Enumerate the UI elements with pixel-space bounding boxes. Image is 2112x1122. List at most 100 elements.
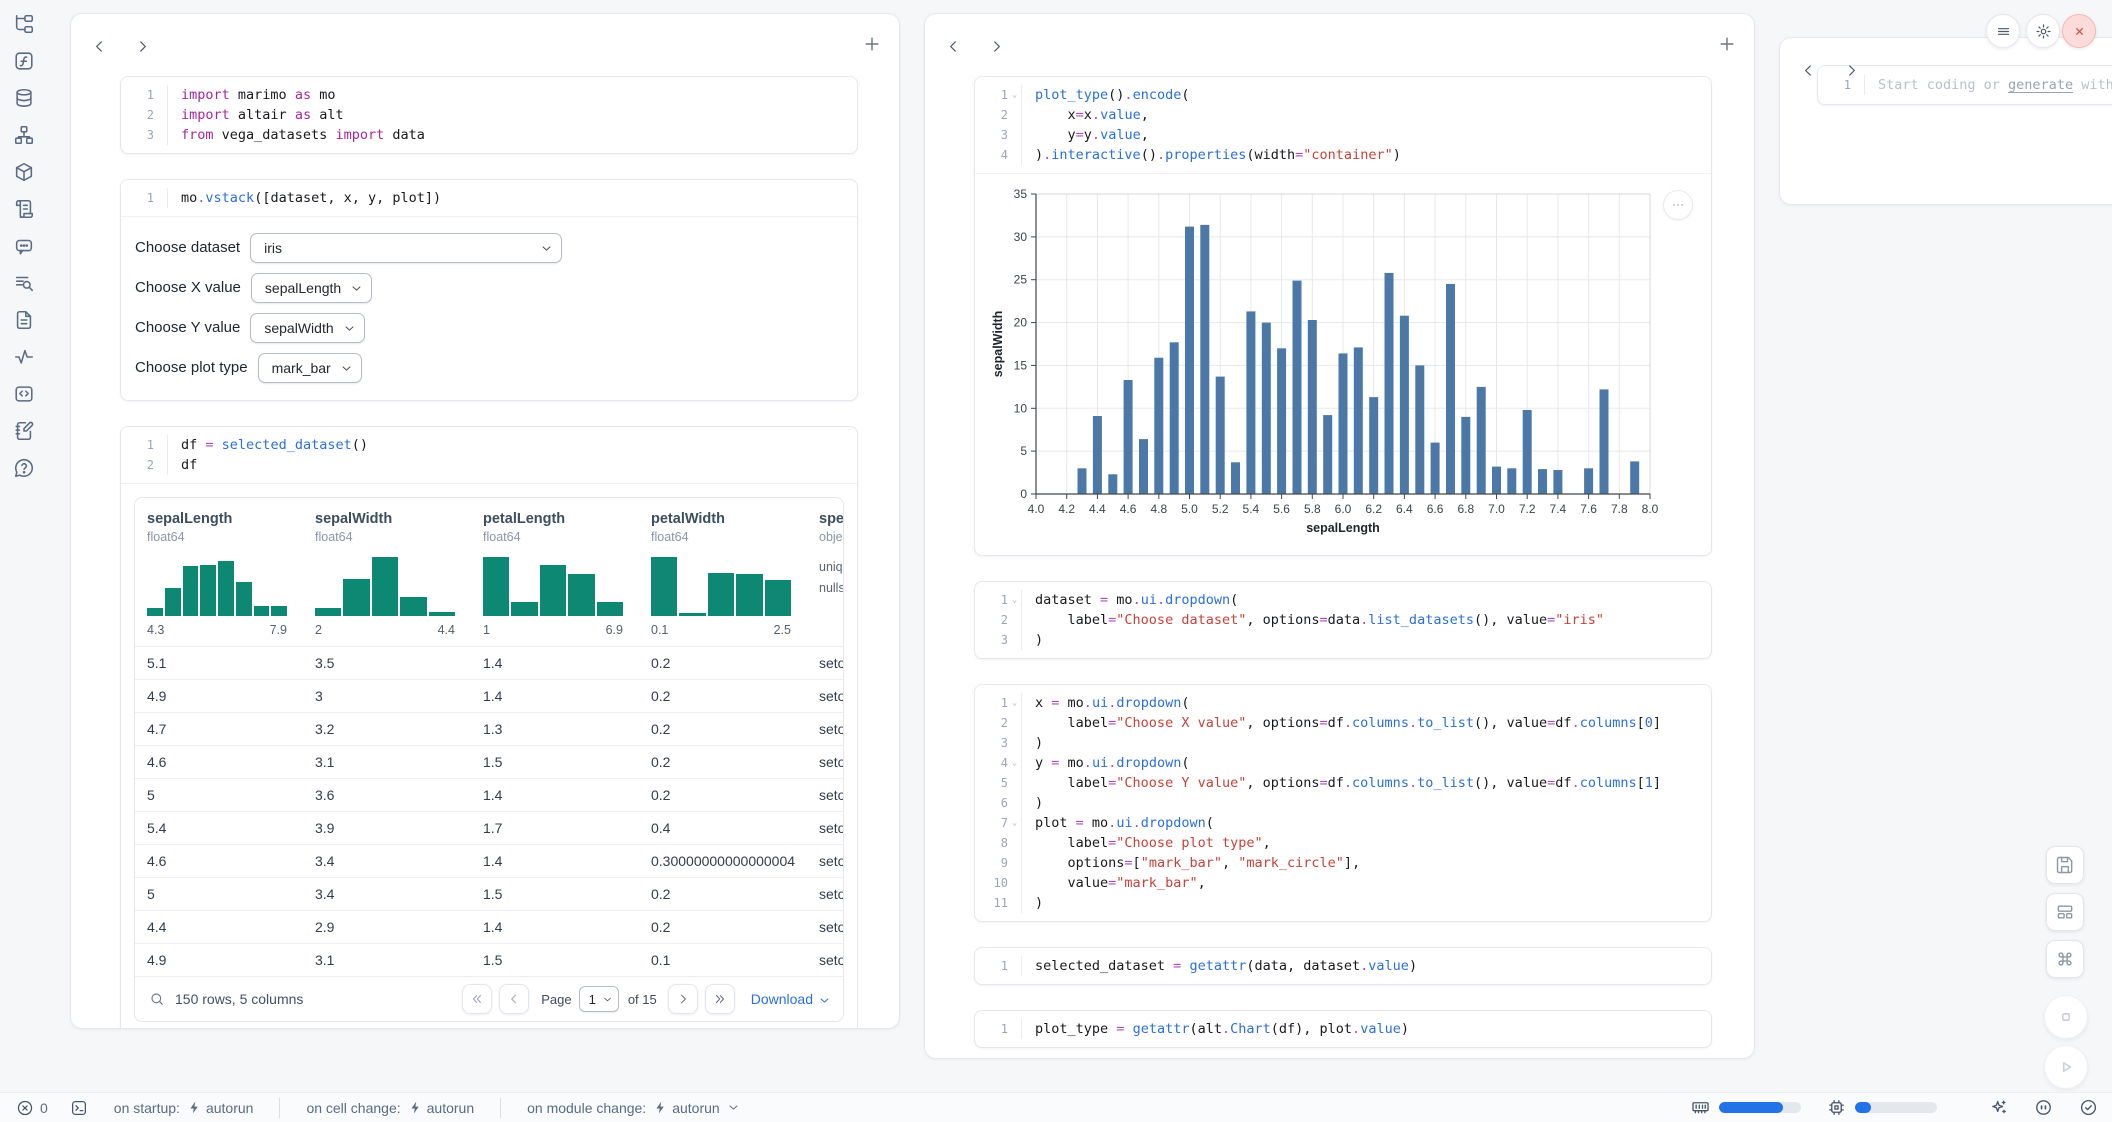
code-placeholder[interactable]: Start coding or generate with AI bbox=[1864, 75, 2112, 95]
code-line[interactable]: 2 x=x.value, bbox=[975, 105, 1711, 125]
code-line[interactable]: 2import altair as alt bbox=[121, 105, 857, 125]
code-line[interactable]: 1plot_type = getattr(alt.Chart(df), plot… bbox=[975, 1019, 1711, 1039]
y-value-select[interactable]: sepalWidth bbox=[250, 313, 364, 343]
code-line[interactable]: 2 label="Choose X value", options=df.col… bbox=[975, 713, 1711, 733]
bar-chart[interactable]: 4.04.24.44.64.85.05.25.45.65.86.06.26.46… bbox=[989, 186, 1697, 545]
sidebar-function-square-button[interactable] bbox=[12, 50, 36, 74]
table-row[interactable]: 4.93.11.50.1setosa bbox=[135, 943, 843, 976]
code-editor[interactable]: 1mo.vstack([dataset, x, y, plot]) bbox=[121, 180, 857, 216]
x-value-select[interactable]: sepalLength bbox=[251, 273, 372, 303]
add-cell-button[interactable] bbox=[1716, 34, 1738, 56]
page-select[interactable]: 1 bbox=[579, 986, 619, 1012]
code-line[interactable]: 4).interactive().properties(width="conta… bbox=[975, 145, 1711, 165]
panel-prev-button[interactable] bbox=[91, 38, 108, 55]
generate-with-ai-link[interactable]: generate bbox=[2008, 77, 2073, 93]
code-line[interactable]: 9 options=["mark_bar", "mark_circle"], bbox=[975, 853, 1711, 873]
code-editor[interactable]: 1import marimo as mo2import altair as al… bbox=[121, 77, 857, 153]
dataset-select[interactable]: iris bbox=[250, 233, 562, 263]
table-row[interactable]: 4.931.40.2setosa bbox=[135, 679, 843, 712]
code-line[interactable]: 1⌄dataset = mo.ui.dropdown( bbox=[975, 590, 1711, 610]
copilot-icon[interactable] bbox=[2034, 1098, 2053, 1117]
fold-chevron-icon[interactable]: ⌄ bbox=[1008, 753, 1021, 773]
code-editor[interactable]: 1df = selected_dataset()2df bbox=[121, 427, 857, 483]
code-line[interactable]: 1df = selected_dataset() bbox=[121, 435, 857, 455]
run-button[interactable] bbox=[2044, 1045, 2088, 1089]
fold-chevron-icon[interactable]: ⌄ bbox=[1008, 813, 1021, 833]
sidebar-scratchpad-button[interactable] bbox=[12, 420, 36, 444]
sidebar-help-button[interactable] bbox=[12, 457, 36, 481]
layout-button[interactable] bbox=[2046, 893, 2084, 931]
code-line[interactable]: 11) bbox=[975, 893, 1711, 913]
add-cell-button[interactable] bbox=[861, 34, 883, 56]
close-panel-button[interactable] bbox=[2062, 14, 2096, 48]
run-config-item[interactable]: on startup:autorun bbox=[114, 1100, 254, 1116]
code-line[interactable]: 4⌄y = mo.ui.dropdown( bbox=[975, 753, 1711, 773]
code-editor[interactable]: 1⌄plot_type().encode(2 x=x.value,3 y=y.v… bbox=[975, 77, 1711, 173]
column-header-sepalWidth[interactable]: sepalWidthfloat6424.4 bbox=[303, 511, 471, 637]
column-header-petalWidth[interactable]: petalWidthfloat640.12.5 bbox=[639, 511, 807, 637]
sidebar-package-button[interactable] bbox=[12, 161, 36, 185]
code-line[interactable]: 3from vega_datasets import data bbox=[121, 125, 857, 145]
fold-chevron-icon[interactable]: ⌄ bbox=[1008, 590, 1021, 610]
prev-page-button[interactable] bbox=[499, 984, 529, 1014]
run-config-item[interactable]: on module change:autorun bbox=[527, 1100, 740, 1116]
table-row[interactable]: 53.61.40.2setosa bbox=[135, 778, 843, 811]
code-line[interactable]: 10 value="mark_bar", bbox=[975, 873, 1711, 893]
code-line[interactable]: 8 label="Choose plot type", bbox=[975, 833, 1711, 853]
code-line[interactable]: 5 label="Choose Y value", options=df.col… bbox=[975, 773, 1711, 793]
vstack-cell[interactable]: 1mo.vstack([dataset, x, y, plot]) Choose… bbox=[120, 179, 858, 401]
code-line[interactable]: 7⌄plot = mo.ui.dropdown( bbox=[975, 813, 1711, 833]
code-line[interactable]: 1import marimo as mo bbox=[121, 85, 857, 105]
terminal-icon[interactable] bbox=[70, 1099, 88, 1117]
ai-sparkles-icon[interactable] bbox=[1989, 1098, 2008, 1117]
fold-chevron-icon[interactable]: ⌄ bbox=[1008, 85, 1021, 105]
selected-dataset-cell[interactable]: 1selected_dataset = getattr(data, datase… bbox=[974, 947, 1712, 985]
code-line[interactable]: 3) bbox=[975, 733, 1711, 753]
table-row[interactable]: 53.41.50.2setosa bbox=[135, 877, 843, 910]
sidebar-database-button[interactable] bbox=[12, 87, 36, 111]
panel-prev-button[interactable] bbox=[1800, 62, 1817, 79]
sidebar-file-tree-button[interactable] bbox=[12, 13, 36, 37]
table-row[interactable]: 4.63.11.50.2setosa bbox=[135, 745, 843, 778]
plot-cell[interactable]: 1⌄plot_type().encode(2 x=x.value,3 y=y.v… bbox=[974, 76, 1712, 556]
code-line[interactable]: 2df bbox=[121, 455, 857, 475]
code-line[interactable]: 1⌄x = mo.ui.dropdown( bbox=[975, 693, 1711, 713]
imports-cell[interactable]: 1import marimo as mo2import altair as al… bbox=[120, 76, 858, 154]
next-page-button[interactable] bbox=[668, 984, 698, 1014]
plot-type-cell[interactable]: 1plot_type = getattr(alt.Chart(df), plot… bbox=[974, 1010, 1712, 1048]
run-config-item[interactable]: on cell change:autorun bbox=[306, 1100, 474, 1116]
first-page-button[interactable] bbox=[462, 984, 492, 1014]
code-line[interactable]: 2 label="Choose dataset", options=data.l… bbox=[975, 610, 1711, 630]
table-row[interactable]: 4.63.41.40.30000000000000004setosa bbox=[135, 844, 843, 877]
code-line[interactable]: 3) bbox=[975, 630, 1711, 650]
sidebar-dependency-graph-button[interactable] bbox=[12, 124, 36, 148]
fold-chevron-icon[interactable]: ⌄ bbox=[1008, 693, 1021, 713]
plot-type-select[interactable]: mark_bar bbox=[258, 353, 362, 383]
code-line[interactable]: 1selected_dataset = getattr(data, datase… bbox=[975, 956, 1711, 976]
shutdown-icon[interactable] bbox=[16, 1099, 34, 1117]
connection-status-icon[interactable] bbox=[2079, 1098, 2098, 1117]
menu-button[interactable] bbox=[1986, 14, 2020, 48]
sidebar-code-block-button[interactable] bbox=[12, 383, 36, 407]
last-page-button[interactable] bbox=[705, 984, 735, 1014]
table-row[interactable]: 5.43.91.70.4setosa bbox=[135, 811, 843, 844]
code-line[interactable]: 1⌄plot_type().encode( bbox=[975, 85, 1711, 105]
code-editor[interactable]: 1⌄x = mo.ui.dropdown(2 label="Choose X v… bbox=[975, 685, 1711, 921]
panel-next-button[interactable] bbox=[1843, 62, 1860, 79]
panel-next-button[interactable] bbox=[988, 38, 1005, 55]
column-header-sepalLength[interactable]: sepalLengthfloat644.37.9 bbox=[135, 511, 303, 637]
table-row[interactable]: 4.73.21.30.2setosa bbox=[135, 712, 843, 745]
code-line[interactable]: 3 y=y.value, bbox=[975, 125, 1711, 145]
code-editor[interactable]: 1selected_dataset = getattr(data, datase… bbox=[975, 948, 1711, 984]
dataframe-cell[interactable]: 1df = selected_dataset()2df sepalLengthf… bbox=[120, 426, 858, 1029]
panel-next-button[interactable] bbox=[134, 38, 151, 55]
shortcuts-button[interactable] bbox=[2046, 940, 2084, 978]
settings-button[interactable] bbox=[2026, 14, 2060, 48]
panel-prev-button[interactable] bbox=[945, 38, 962, 55]
table-row[interactable]: 5.13.51.40.2setosa bbox=[135, 646, 843, 679]
column-header-petalLength[interactable]: petalLengthfloat6416.9 bbox=[471, 511, 639, 637]
search-icon[interactable] bbox=[149, 991, 165, 1007]
sidebar-activity-button[interactable] bbox=[12, 346, 36, 370]
code-editor[interactable]: 1⌄dataset = mo.ui.dropdown(2 label="Choo… bbox=[975, 582, 1711, 658]
stop-button[interactable] bbox=[2044, 995, 2088, 1039]
